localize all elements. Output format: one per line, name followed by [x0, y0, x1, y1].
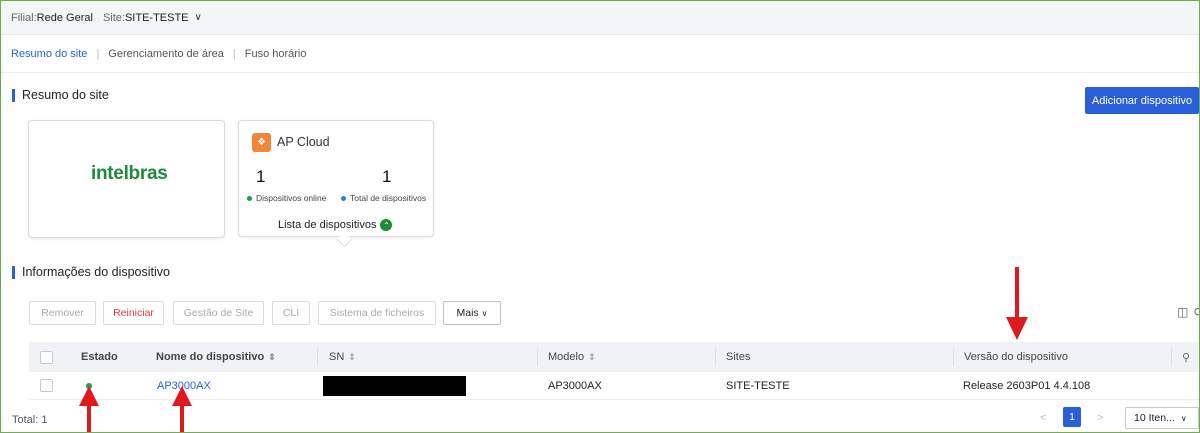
page-size-value: 10 Iten... — [1134, 412, 1175, 424]
filter-bar: Filial: Rede Geral Site: SITE-TESTE ∨ — [1, 1, 1199, 35]
tab-area-management[interactable]: Gerenciamento de área — [108, 48, 224, 60]
annotation-arrow-up-icon — [172, 386, 192, 432]
device-version: Release 2603P01 4.4.108 — [963, 379, 1091, 392]
chevron-down-icon: ∨ — [1180, 413, 1187, 423]
column-settings-icon[interactable]: ◫ — [1177, 305, 1188, 319]
intelbras-logo: intelbras — [91, 163, 168, 184]
sn-redacted — [323, 372, 466, 399]
sort-icon[interactable]: ⇕ — [268, 352, 276, 363]
row-checkbox[interactable] — [40, 372, 53, 399]
site-selector[interactable]: SITE-TESTE — [125, 12, 189, 24]
column-device-name-label: Nome do dispositivo — [156, 351, 265, 363]
device-info-title: Informações do dispositivo — [22, 265, 170, 279]
chevron-down-icon: ∨ — [481, 309, 488, 318]
table-row[interactable]: AP3000AX AP3000AX SITE-TESTE Release 260… — [29, 372, 1199, 400]
annotation-arrow-down-icon — [1006, 267, 1028, 340]
site-summary-title: Resumo do site — [22, 88, 109, 102]
page-size-select[interactable]: 10 Iten... ∨ — [1125, 407, 1199, 429]
restart-button[interactable]: Reiniciar — [103, 301, 164, 325]
cli-button[interactable]: CLI — [272, 301, 310, 325]
column-model-label: Modelo — [548, 351, 585, 363]
heading-accent — [12, 88, 15, 102]
tab-site-summary[interactable]: Resumo do site — [11, 48, 87, 60]
ap-cloud-card: ❖ AP Cloud 1 1 Dispositivos online Total… — [238, 120, 434, 248]
online-count: 1 — [256, 167, 266, 186]
device-info-heading: Informações do dispositivo — [12, 265, 170, 279]
column-device-version: Versão do dispositivo — [964, 351, 1068, 363]
heading-accent — [12, 265, 15, 279]
device-site: SITE-TESTE — [726, 379, 790, 392]
total-label: Total de dispositivos — [350, 193, 427, 203]
site-management-button[interactable]: Gestão de Site — [173, 301, 264, 325]
branch-value[interactable]: Rede Geral — [37, 12, 93, 24]
total-legend: Total de dispositivos — [341, 193, 426, 203]
total-dot-icon — [341, 195, 346, 201]
brand-card: intelbras — [28, 120, 225, 238]
branch-label: Filial: — [11, 11, 37, 24]
search-icon[interactable]: ⚲ — [1182, 342, 1190, 372]
wifi-ap-icon: ❖ — [252, 133, 271, 152]
chevron-down-icon[interactable]: ∨ — [195, 12, 202, 23]
column-device-name[interactable]: Nome do dispositivo ⇕ — [156, 342, 276, 372]
table-header: Estado Nome do dispositivo ⇕ SN ⇕ Modelo ⇕ … — [29, 342, 1199, 372]
tab-divider: | — [96, 47, 100, 60]
tab-divider: | — [232, 47, 236, 60]
online-label: Dispositivos online — [256, 193, 327, 203]
device-list-link[interactable]: Lista de dispositivos ⌃ — [278, 219, 393, 231]
remove-button[interactable]: Remover — [29, 301, 96, 325]
next-page-icon[interactable]: > — [1097, 412, 1103, 424]
refresh-icon[interactable]: ⟳ — [1194, 305, 1199, 319]
select-all-checkbox[interactable] — [40, 342, 53, 372]
column-model[interactable]: Modelo ⇕ — [548, 342, 596, 372]
more-button[interactable]: Mais ∨ — [443, 301, 501, 325]
site-label: Site: — [102, 11, 125, 24]
column-sn-label: SN — [329, 351, 345, 363]
device-model: AP3000AX — [548, 379, 602, 392]
app-frame: Filial: Rede Geral Site: SITE-TESTE ∨ Re… — [0, 0, 1200, 433]
tab-timezone[interactable]: Fuso horário — [245, 48, 307, 60]
ap-cloud-title: AP Cloud — [277, 135, 330, 149]
annotation-arrow-up-icon — [79, 386, 99, 432]
chevron-up-icon[interactable]: ⌃ — [380, 219, 393, 231]
column-sn[interactable]: SN ⇕ — [329, 342, 356, 372]
page-button-current[interactable]: 1 — [1063, 407, 1081, 427]
site-tabs: Resumo do site | Gerenciamento de área |… — [1, 35, 1199, 73]
card-pointer — [336, 231, 353, 248]
column-sites: Sites — [726, 351, 751, 363]
site-summary-heading: Resumo do site — [12, 88, 109, 102]
total-count-label: Total: 1 — [12, 414, 48, 426]
sort-icon[interactable]: ⇕ — [348, 352, 356, 363]
online-legend: Dispositivos online — [247, 193, 326, 203]
column-state: Estado — [81, 351, 118, 363]
total-count: 1 — [382, 167, 392, 186]
online-dot-icon — [247, 195, 252, 201]
add-device-button[interactable]: Adicionar dispositivo — [1085, 87, 1199, 114]
prev-page-icon[interactable]: < — [1040, 412, 1046, 424]
more-label: Mais — [456, 307, 479, 319]
device-list-label: Lista de dispositivos — [278, 219, 377, 231]
file-system-button[interactable]: Sistema de ficheiros — [318, 301, 436, 325]
sort-icon[interactable]: ⇕ — [588, 352, 596, 363]
